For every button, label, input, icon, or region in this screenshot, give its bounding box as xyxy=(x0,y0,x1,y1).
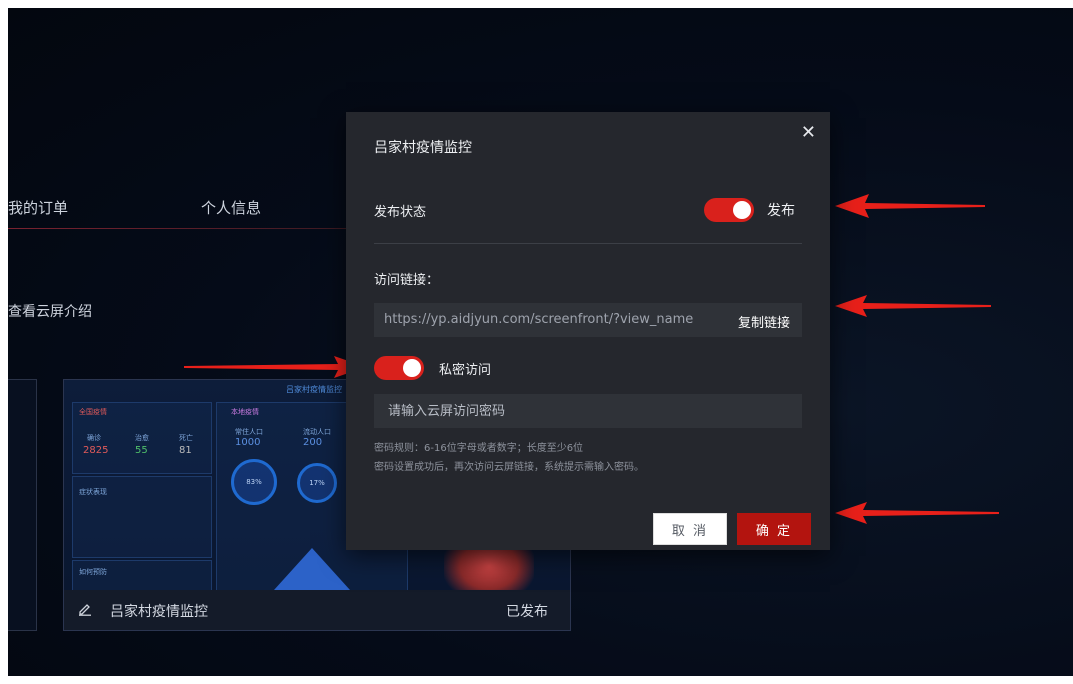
thumb-panel1-title: 全国疫情 xyxy=(79,408,107,416)
thumb-label: 死亡 xyxy=(179,434,193,442)
copy-link-button[interactable]: 复制链接 xyxy=(733,312,790,331)
tab-my-orders[interactable]: 我的订单 xyxy=(8,197,68,218)
annotation-arrow xyxy=(184,356,366,378)
annotation-arrow xyxy=(835,502,999,524)
thumb-ring: 83% xyxy=(231,459,277,505)
access-link-label: 访问链接： xyxy=(374,273,440,288)
publish-status-label: 发布状态 xyxy=(374,205,427,220)
password-rule-hint: 密码规则：6-16位字母或者数字；长度至少6位 xyxy=(374,443,584,454)
tab-underline xyxy=(8,228,358,229)
url-field[interactable]: https://yp.aidjyun.com/screenfront/?view… xyxy=(374,303,802,337)
thumb-label: 常住人口 xyxy=(235,428,263,436)
divider xyxy=(374,243,802,244)
url-text: https://yp.aidjyun.com/screenfront/?view… xyxy=(384,312,694,327)
thumb-value: 200 xyxy=(303,437,323,448)
password-input[interactable] xyxy=(374,394,802,428)
intro-link[interactable]: 查看云屏介绍 xyxy=(8,301,92,321)
modal-title: 吕家村疫情监控 xyxy=(374,140,472,156)
thumb-label: 治愈 xyxy=(135,434,149,442)
thumb-panel4-title: 本地疫情 xyxy=(231,408,259,416)
private-access-toggle[interactable] xyxy=(374,356,424,380)
thumb-value: 55 xyxy=(135,445,148,456)
card-footer: 吕家村疫情监控 已发布 xyxy=(64,590,570,630)
annotation-arrow xyxy=(835,295,991,317)
thumb-panel2-title: 症状表现 xyxy=(79,488,107,496)
thumb-ring: 17% xyxy=(297,463,337,503)
card-status: 已发布 xyxy=(506,604,548,620)
thumb-value: 81 xyxy=(179,445,192,456)
private-access-label: 私密访问 xyxy=(439,363,492,378)
thumb-panel-symptoms: 症状表现 xyxy=(72,476,212,558)
previous-card[interactable] xyxy=(8,379,37,631)
thumb-panel-prevention: 如何预防 xyxy=(72,560,212,590)
publish-modal: 吕家村疫情监控 ✕ 发布状态 发布 访问链接： https://yp.aidjy… xyxy=(346,112,830,550)
confirm-button[interactable]: 确 定 xyxy=(737,513,811,545)
tab-profile[interactable]: 个人信息 xyxy=(201,197,261,218)
toggle-knob xyxy=(733,201,751,219)
cancel-button[interactable]: 取 消 xyxy=(653,513,727,545)
annotation-arrow xyxy=(835,194,985,218)
thumb-panel3-title: 如何预防 xyxy=(79,568,107,576)
card-name[interactable]: 吕家村疫情监控 xyxy=(110,601,208,621)
close-icon[interactable]: ✕ xyxy=(801,122,816,143)
thumb-pyramid-chart xyxy=(274,548,350,590)
toggle-knob xyxy=(403,359,421,377)
thumb-label: 流动人口 xyxy=(303,428,331,436)
thumb-label: 确诊 xyxy=(87,434,101,442)
thumb-value: 1000 xyxy=(235,437,261,448)
thumb-value: 2825 xyxy=(83,445,109,456)
edit-icon[interactable] xyxy=(78,602,92,616)
publish-toggle[interactable] xyxy=(704,198,754,222)
publish-state-text: 发布 xyxy=(767,203,795,219)
password-info-hint: 密码设置成功后，再次访问云屏链接，系统提示需输入密码。 xyxy=(374,462,644,473)
page-background: 我的订单 个人信息 查看云屏介绍 吕家村疫情监控 全国疫情 确诊 治愈 死亡 2… xyxy=(8,8,1073,676)
thumb-panel-national: 全国疫情 确诊 治愈 死亡 2825 55 81 xyxy=(72,402,212,474)
